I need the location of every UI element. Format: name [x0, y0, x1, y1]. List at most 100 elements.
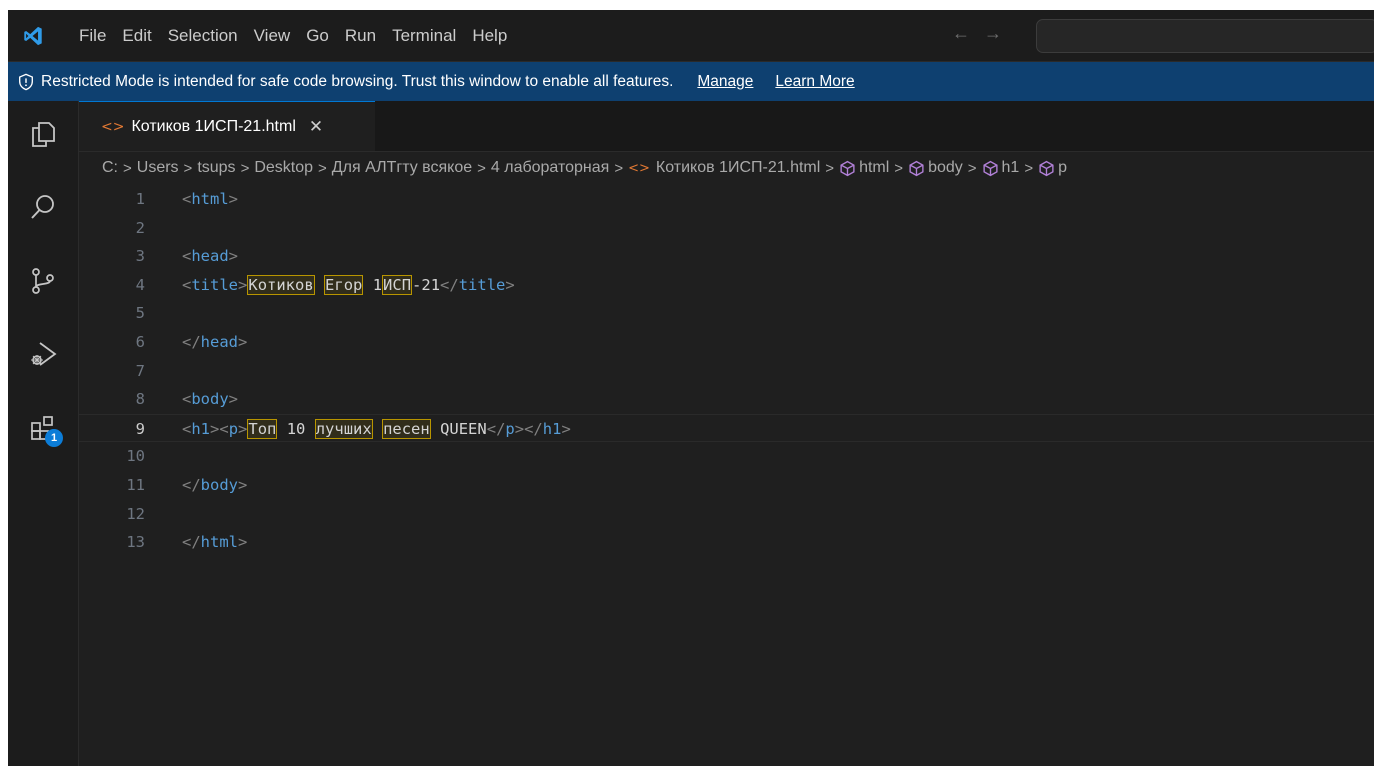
line-number: 2: [135, 218, 145, 237]
breadcrumb-desktop[interactable]: Desktop: [254, 159, 313, 177]
line-number: 5: [135, 304, 145, 323]
close-icon[interactable]: ✕: [309, 117, 323, 137]
breadcrumb-separator-icon: >: [240, 159, 250, 177]
run-debug-button[interactable]: [8, 329, 78, 379]
code-line[interactable]: 9 <h1><p>Топ 10 лучших песен QUEEN</p></h…: [79, 413, 1374, 442]
breadcrumb-symbol-h1[interactable]: h1: [982, 159, 1020, 177]
html-file-icon: <>: [101, 118, 125, 135]
breadcrumb-separator-icon: >: [318, 159, 327, 177]
line-number: 11: [126, 476, 145, 494]
tab-label: Котиков 1ИСП-21.html: [131, 117, 296, 135]
symbol-element-icon: [840, 160, 855, 176]
banner-message: Restricted Mode is intended for safe cod…: [41, 72, 674, 90]
line-number: 4: [135, 275, 145, 294]
command-center-search[interactable]: [1036, 19, 1374, 53]
learn-more-link[interactable]: Learn More: [775, 73, 854, 91]
line-code: <title>Котиков Егор 1ИСП-21</title>: [182, 274, 515, 295]
breadcrumb-drive[interactable]: C:: [102, 159, 118, 177]
navigation-arrows: ← →: [952, 23, 1002, 44]
breadcrumb-symbol-label: h1: [1001, 159, 1020, 176]
run-debug-icon: [31, 342, 57, 366]
breadcrumb-separator-icon: >: [123, 159, 132, 177]
search-icon: [31, 195, 54, 219]
line-code: </head>: [182, 333, 248, 351]
menu-file[interactable]: File: [71, 21, 114, 51]
line-number: 6: [135, 333, 145, 351]
breadcrumb-symbol-label: html: [859, 159, 890, 176]
code-editor[interactable]: 1 <html> 2 3 <head> 4 <title>Котиков Егор 1ИСП…: [79, 185, 1374, 766]
files-icon: [32, 122, 55, 147]
code-line[interactable]: 1 <html>: [79, 185, 1374, 213]
line-number: 3: [135, 247, 145, 266]
line-code: </html>: [182, 533, 248, 552]
breadcrumb-separator-icon: >: [1024, 159, 1034, 177]
code-line[interactable]: 2: [79, 214, 1374, 242]
breadcrumb-file-label: Котиков 1ИСП-21.html: [655, 159, 821, 176]
line-number: 7: [135, 361, 145, 380]
manage-link[interactable]: Manage: [697, 73, 753, 91]
symbol-element-icon: [982, 160, 998, 176]
breadcrumb-separator-icon: >: [967, 159, 977, 177]
line-number: 13: [126, 533, 145, 552]
tab-active-file[interactable]: <> Котиков 1ИСП-21.html ✕: [79, 101, 375, 151]
breadcrumb-separator-icon: >: [614, 159, 624, 177]
breadcrumb-symbol-body[interactable]: body: [908, 159, 963, 177]
code-line[interactable]: 13 </html>: [79, 528, 1374, 556]
vscode-window: File Edit Selection View Go Run Terminal…: [8, 10, 1374, 766]
line-number: 9: [135, 419, 145, 438]
menu-terminal[interactable]: Terminal: [384, 21, 464, 51]
breadcrumb-file[interactable]: <> Котиков 1ИСП-21.html: [628, 159, 820, 177]
code-line[interactable]: 11 </body>: [79, 471, 1374, 499]
code-line[interactable]: 5: [79, 299, 1374, 327]
extensions-badge: 1: [45, 429, 63, 447]
breadcrumb-users[interactable]: Users: [137, 159, 179, 177]
line-code: <head>: [182, 247, 239, 266]
source-control-button[interactable]: [8, 256, 78, 306]
menu-selection[interactable]: Selection: [160, 21, 246, 51]
menu-go[interactable]: Go: [298, 21, 337, 51]
code-line[interactable]: 3 <head>: [79, 242, 1374, 270]
menu-edit[interactable]: Edit: [114, 21, 159, 51]
line-number: 10: [126, 447, 145, 466]
breadcrumb-tsups[interactable]: tsups: [197, 159, 235, 177]
search-button[interactable]: [8, 182, 78, 232]
breadcrumb-separator-icon: >: [183, 159, 193, 177]
source-control-icon: [32, 268, 54, 294]
breadcrumb-symbol-p[interactable]: p: [1038, 159, 1067, 177]
breadcrumb-symbol-label: body: [928, 159, 963, 176]
extensions-button[interactable]: 1: [8, 403, 78, 453]
breadcrumb-symbol-label: p: [1058, 159, 1067, 176]
html-file-icon: <>: [628, 160, 650, 176]
vscode-logo-icon: [24, 26, 42, 46]
code-line[interactable]: 6 </head>: [79, 328, 1374, 356]
line-code: <body>: [182, 390, 239, 409]
code-line[interactable]: 12: [79, 500, 1374, 528]
line-code: </body>: [182, 476, 248, 494]
symbol-element-icon: [909, 160, 924, 176]
code-line[interactable]: 8 <body>: [79, 385, 1374, 413]
menu-view[interactable]: View: [246, 21, 299, 51]
activity-bar: 1: [8, 101, 79, 766]
shield-icon: [19, 73, 33, 90]
breadcrumb-separator-icon: >: [894, 159, 904, 177]
menu-bar: File Edit Selection View Go Run Terminal…: [71, 10, 515, 61]
editor-tab-bar: <> Котиков 1ИСП-21.html ✕: [79, 101, 1374, 152]
breadcrumb-separator-icon: >: [477, 159, 486, 177]
code-line[interactable]: 10: [79, 442, 1374, 470]
breadcrumb-separator-icon: >: [825, 159, 835, 177]
breadcrumb-symbol-html[interactable]: html: [839, 159, 889, 177]
line-number: 12: [126, 504, 145, 523]
menu-run[interactable]: Run: [337, 21, 384, 51]
menu-help[interactable]: Help: [464, 21, 515, 51]
restricted-mode-banner: Restricted Mode is intended for safe cod…: [8, 62, 1374, 101]
title-bar: File Edit Selection View Go Run Terminal…: [8, 10, 1374, 62]
explorer-button[interactable]: [8, 109, 78, 159]
back-arrow-icon[interactable]: ←: [952, 23, 970, 44]
code-line[interactable]: 7: [79, 357, 1374, 385]
code-line[interactable]: 4 <title>Котиков Егор 1ИСП-21</title>: [79, 271, 1374, 299]
line-code: <h1><p>Топ 10 лучших песен QUEEN</p></h1…: [182, 418, 571, 439]
line-code: <html>: [182, 190, 239, 208]
breadcrumb-subfolder[interactable]: 4 лабораторная: [491, 159, 609, 177]
forward-arrow-icon[interactable]: →: [984, 23, 1002, 44]
breadcrumb-folder[interactable]: Для АЛТгту всякое: [332, 159, 472, 177]
